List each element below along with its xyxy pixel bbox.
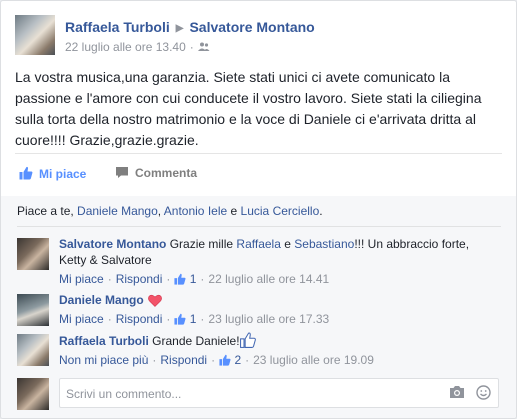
commenter-avatar[interactable] xyxy=(17,294,49,326)
comment-author[interactable]: Raffaela Turboli xyxy=(59,334,149,348)
like-count[interactable]: 1 xyxy=(190,312,197,326)
like-button[interactable]: Mi piace xyxy=(19,166,86,181)
current-user-avatar[interactable] xyxy=(17,378,49,410)
camera-icon[interactable] xyxy=(449,385,465,399)
comment-like-link[interactable]: Mi piace xyxy=(59,272,104,286)
comment-label: Commenta xyxy=(135,166,198,180)
commenter-avatar[interactable] xyxy=(17,238,49,270)
comment-button[interactable]: Commenta xyxy=(115,166,516,180)
likes-and: e xyxy=(230,204,238,218)
post-actions: Mi piace Commenta xyxy=(15,153,502,197)
post-timestamp[interactable]: 22 luglio alle ore 13.40 xyxy=(65,40,186,54)
meta-separator: · xyxy=(200,312,205,326)
comment-time[interactable]: 23 luglio alle ore 19.09 xyxy=(253,353,374,367)
comments-area: Piace a te, Daniele Mango, Antonio Iele … xyxy=(1,196,516,418)
comment-author[interactable]: Daniele Mango xyxy=(59,293,144,307)
comment-text-part: Grazie mille xyxy=(169,237,234,251)
liker-link[interactable]: Lucia Cerciello xyxy=(241,204,320,218)
heart-icon xyxy=(147,294,162,307)
like-count[interactable]: 1 xyxy=(190,272,197,286)
liker-link[interactable]: Antonio Iele xyxy=(164,204,227,218)
emoji-icon[interactable] xyxy=(476,385,491,400)
reply-link[interactable]: Rispondi xyxy=(116,312,163,326)
comment-meta: Non mi piace più · Rispondi · 2 · 23 luglio a… xyxy=(59,352,499,368)
thumbs-up-icon xyxy=(174,313,186,325)
comment-meta: Mi piace · Rispondi · 1 · 22 luglio alle ore … xyxy=(59,271,499,287)
comment-body: Raffaela Turboli Grande Daniele! Non mi … xyxy=(59,332,499,368)
meta-separator: · xyxy=(107,272,112,286)
thumbs-up-icon xyxy=(174,273,186,285)
likes-summary: Piace a te, Daniele Mango, Antonio Iele … xyxy=(17,204,501,227)
arrow-right-icon: ▶ xyxy=(175,23,184,34)
liker-link[interactable]: Daniele Mango xyxy=(77,204,158,218)
friends-icon[interactable] xyxy=(197,42,210,52)
comment-icon xyxy=(116,167,128,178)
meta-separator: · xyxy=(211,353,216,367)
comment-text-part: e xyxy=(284,237,291,251)
comment-author[interactable]: Salvatore Montano xyxy=(59,237,166,251)
author-avatar[interactable] xyxy=(15,15,55,55)
comment-meta: Mi piace · Rispondi · 1 · 23 luglio alle ore … xyxy=(59,311,499,327)
post-header: Raffaela Turboli ▶ Salvatore Montano 22 lu… xyxy=(15,15,505,55)
reply-link[interactable]: Rispondi xyxy=(160,353,207,367)
post-card: Raffaela Turboli ▶ Salvatore Montano 22 lu… xyxy=(0,0,517,419)
like-label: Mi piace xyxy=(39,167,87,181)
likes-end: . xyxy=(319,204,323,218)
comment-unlike-link[interactable]: Non mi piace più xyxy=(59,353,148,367)
comment-text-part: Grande Daniele! xyxy=(152,334,240,348)
mention-link[interactable]: Sebastiano xyxy=(294,237,354,251)
comment-composer: Scrivi un commento... xyxy=(17,378,501,410)
comment-time[interactable]: 22 luglio alle ore 14.41 xyxy=(208,272,329,286)
meta-separator: · xyxy=(107,312,112,326)
comment-text: Daniele Mango xyxy=(59,292,499,308)
post-names: Raffaela Turboli ▶ Salvatore Montano xyxy=(65,19,315,35)
comment-time[interactable]: 23 luglio alle ore 17.33 xyxy=(208,312,329,326)
post-author[interactable]: Raffaela Turboli xyxy=(65,19,170,35)
comment-text: Salvatore Montano Grazie mille Raffaela … xyxy=(59,236,499,268)
meta-separator: · xyxy=(166,272,171,286)
reply-link[interactable]: Rispondi xyxy=(116,272,163,286)
thumbs-up-icon xyxy=(19,166,33,180)
comment-body: Salvatore Montano Grazie mille Raffaela … xyxy=(59,236,499,287)
meta-separator: · xyxy=(245,353,250,367)
meta-separator: · xyxy=(166,312,171,326)
post-recipient[interactable]: Salvatore Montano xyxy=(189,19,314,35)
likes-prefix: Piace a te, xyxy=(17,204,74,218)
comment-like-link[interactable]: Mi piace xyxy=(59,312,104,326)
meta-separator: · xyxy=(200,272,205,286)
likes-comma: , xyxy=(157,204,162,218)
comment-body: Daniele Mango Mi piace · Rispondi · 1 · 23 lu… xyxy=(59,292,499,327)
commenter-avatar[interactable] xyxy=(17,334,49,366)
comment-text: Raffaela Turboli Grande Daniele! xyxy=(59,332,499,349)
thumbs-up-icon xyxy=(239,332,256,348)
post-text: La vostra musica,una garanzia. Siete sta… xyxy=(15,69,482,148)
meta-separator: · xyxy=(152,353,157,367)
meta-separator: · xyxy=(189,40,194,54)
thumbs-up-icon xyxy=(219,354,231,366)
comment-input[interactable]: Scrivi un commento... xyxy=(59,378,499,408)
mention-link[interactable]: Raffaela xyxy=(236,237,280,251)
like-count[interactable]: 2 xyxy=(234,353,241,367)
post-meta: 22 luglio alle ore 13.40 · xyxy=(65,40,210,54)
